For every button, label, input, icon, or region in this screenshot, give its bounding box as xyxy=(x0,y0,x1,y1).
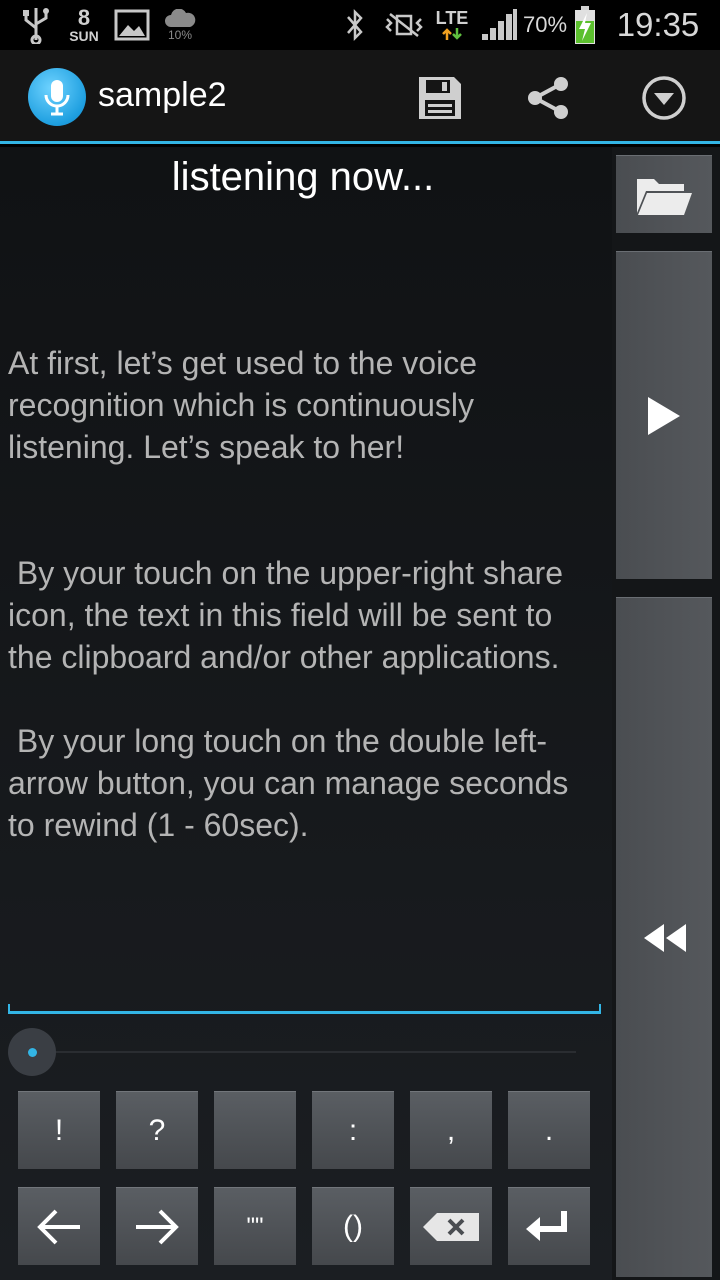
app-title: sample2 xyxy=(98,76,227,114)
paragraph-1: At first, let’s get used to the voice re… xyxy=(8,345,477,465)
gallery-icon xyxy=(112,0,152,50)
calendar-day: 8 SUN xyxy=(64,0,104,50)
vibrate-icon xyxy=(382,0,426,50)
main-panel: listening now... At first, let’s get use… xyxy=(0,147,612,1280)
share-icon xyxy=(528,77,568,119)
backspace-button[interactable] xyxy=(410,1187,492,1265)
key-question[interactable]: ? xyxy=(116,1091,198,1169)
save-icon xyxy=(419,77,461,119)
action-bar: sample2 xyxy=(0,50,720,144)
key-colon[interactable]: : xyxy=(312,1091,394,1169)
seek-thumb[interactable] xyxy=(8,1028,56,1076)
text-field-underline xyxy=(8,1004,601,1014)
usb-icon xyxy=(18,0,54,50)
play-icon xyxy=(648,396,680,435)
recognized-text-field[interactable]: At first, let’s get used to the voice re… xyxy=(8,342,600,1012)
play-button[interactable] xyxy=(616,251,712,579)
enter-button[interactable] xyxy=(508,1187,590,1265)
status-bar: 8 SUN 10% LTE 70% 19:35 xyxy=(0,0,720,50)
microphone-icon[interactable] xyxy=(28,68,86,126)
key-period[interactable]: . xyxy=(508,1091,590,1169)
save-button[interactable] xyxy=(412,70,468,126)
bluetooth-icon xyxy=(340,0,370,50)
enter-icon xyxy=(526,1210,567,1241)
chevron-down-circle-icon xyxy=(642,76,686,120)
key-exclamation[interactable]: ! xyxy=(18,1091,100,1169)
folder-icon xyxy=(637,178,692,215)
share-button[interactable] xyxy=(520,70,576,126)
paragraph-2: By your touch on the upper-right share i… xyxy=(8,555,572,675)
battery-charging-icon xyxy=(570,0,600,50)
key-space[interactable] xyxy=(214,1091,296,1169)
seek-track[interactable] xyxy=(30,1051,576,1053)
arrow-left-icon xyxy=(37,1209,80,1244)
overflow-menu-button[interactable] xyxy=(636,70,692,126)
side-control-panel xyxy=(612,147,720,1280)
backspace-icon xyxy=(423,1212,479,1241)
cursor-right-button[interactable] xyxy=(116,1187,198,1265)
rewind-icon xyxy=(644,923,686,952)
arrow-right-icon xyxy=(136,1209,179,1244)
key-quotes[interactable]: "" xyxy=(214,1187,296,1265)
listening-status: listening now... xyxy=(171,155,435,199)
network-label: LTE xyxy=(435,8,469,28)
battery-percent: 70% xyxy=(522,12,568,37)
paragraph-3: By your long touch on the double left-ar… xyxy=(8,723,578,843)
signal-icon xyxy=(478,0,520,50)
open-folder-button[interactable] xyxy=(616,155,712,233)
rewind-button[interactable] xyxy=(616,597,712,1277)
key-comma[interactable]: , xyxy=(410,1091,492,1169)
network-type: LTE xyxy=(432,0,472,50)
key-parentheses[interactable]: () xyxy=(312,1187,394,1265)
clock-time: 19:35 xyxy=(616,6,700,43)
day-name: SUN xyxy=(69,28,99,44)
seek-dot xyxy=(27,1047,37,1057)
cursor-left-button[interactable] xyxy=(18,1187,100,1265)
day-number: 8 xyxy=(77,5,91,30)
weather-icon: 10% xyxy=(160,0,200,50)
weather-percent: 10% xyxy=(167,28,193,42)
